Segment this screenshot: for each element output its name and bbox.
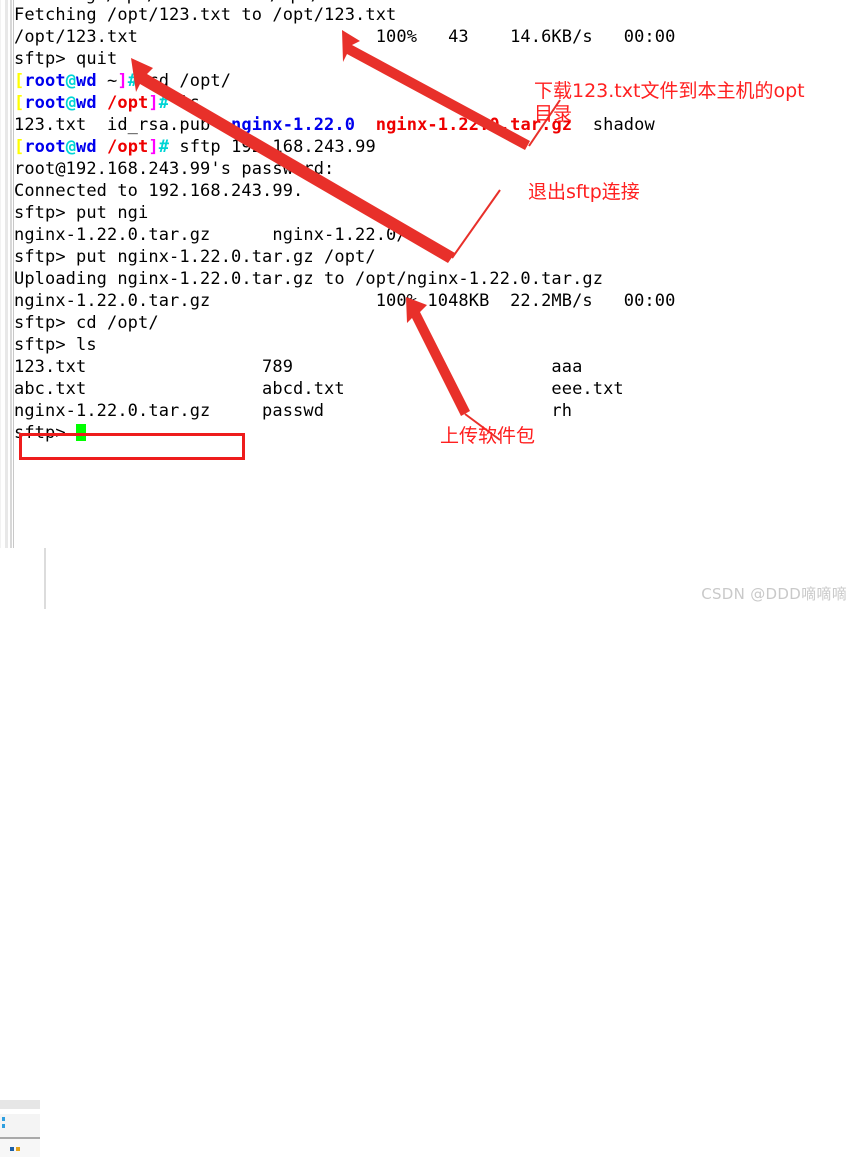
background-window-statusbar bbox=[0, 1139, 40, 1157]
line-sftp-put-ngi: sftp> put ngi bbox=[14, 203, 149, 223]
background-window-marker-icon bbox=[2, 1124, 5, 1128]
terminal-output-area[interactable]: Fetching /opt/123.txt to /opt/123.txt Fe… bbox=[14, 0, 855, 548]
background-window-toolbar bbox=[0, 1100, 40, 1109]
terminal-cursor bbox=[76, 424, 87, 441]
background-window-marker-icon bbox=[2, 1117, 5, 1121]
line-sftp-put-full: sftp> put nginx-1.22.0.tar.gz /opt/ bbox=[14, 247, 376, 267]
window-left-gutter bbox=[5, 0, 8, 548]
line-prompt-ls: [root@wd /opt]# ls bbox=[14, 93, 201, 113]
line-prompt-cd-opt: [root@wd ~]# cd /opt/ bbox=[14, 71, 232, 91]
line-sftp-quit: sftp> quit bbox=[14, 49, 118, 69]
line-remote-ls-row2: abc.txt abcd.txt eee.txt bbox=[14, 379, 624, 399]
line-completion-candidates: nginx-1.22.0.tar.gz nginx-1.22.0/ bbox=[14, 225, 407, 245]
line-prompt-sftp: [root@wd /opt]# sftp 192.168.243.99 bbox=[14, 137, 376, 157]
line-sftp-cd-opt: sftp> cd /opt/ bbox=[14, 313, 159, 333]
line-sftp-cursor: sftp> bbox=[14, 422, 87, 444]
line-transfer-nginx: nginx-1.22.0.tar.gz 100% 1048KB 22.2MB/s… bbox=[14, 291, 676, 311]
background-window-panel bbox=[0, 1114, 40, 1137]
line-sftp-ls: sftp> ls bbox=[14, 335, 97, 355]
background-window-right-edge bbox=[44, 548, 46, 609]
window-left-rule bbox=[10, 0, 12, 548]
background-window-status-icon bbox=[16, 1147, 20, 1151]
line-transfer-123: /opt/123.txt 100% 43 14.6KB/s 00:00 bbox=[14, 27, 676, 47]
line-connected: Connected to 192.168.243.99. bbox=[14, 181, 304, 201]
line-remote-ls-row3: nginx-1.22.0.tar.gz passwd rh bbox=[14, 401, 573, 421]
line-uploading: Uploading nginx-1.22.0.tar.gz to /opt/ng… bbox=[14, 269, 604, 289]
line-remote-ls-row1: 123.txt 789 aaa bbox=[14, 357, 583, 377]
line-ls-output: 123.txt id_rsa.pub nginx-1.22.0 nginx-1.… bbox=[14, 115, 655, 135]
line-fetching: Fetching /opt/123.txt to /opt/123.txt bbox=[14, 5, 397, 25]
line-password-prompt: root@192.168.243.99's password: bbox=[14, 159, 335, 179]
background-window-status-icon bbox=[10, 1147, 14, 1151]
csdn-watermark: CSDN @DDD嘀嘀嘀 bbox=[701, 585, 847, 603]
window-left-edge bbox=[0, 0, 1, 609]
background-window-sliver bbox=[0, 548, 46, 1157]
